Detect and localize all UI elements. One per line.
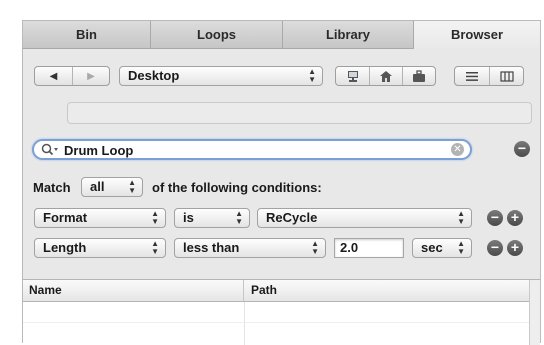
remove-search-button[interactable]: − — [514, 141, 530, 157]
column-view-button[interactable] — [490, 67, 523, 85]
add-condition-button[interactable]: + — [507, 240, 523, 256]
path-bar — [67, 102, 532, 124]
unit-popup[interactable]: sec ▲ ▼ — [412, 238, 472, 258]
back-button[interactable]: ◀ — [35, 67, 73, 85]
briefcase-button[interactable] — [403, 67, 435, 85]
column-divider — [244, 302, 245, 345]
results-table: Name Path — [23, 279, 540, 345]
history-nav: ◀ ▶ — [34, 66, 110, 86]
popup-arrows-icon: ▲ ▼ — [151, 209, 159, 226]
computer-icon — [347, 70, 358, 82]
search-value: Drum Loop — [64, 143, 134, 158]
minus-icon: − — [490, 239, 500, 255]
condition-operator-popup[interactable]: is ▲ ▼ — [174, 208, 250, 228]
match-label: Match — [33, 180, 71, 195]
popup-arrows-icon: ▲ ▼ — [311, 239, 319, 256]
minus-icon: − — [517, 140, 527, 156]
tab-loops[interactable]: Loops — [151, 21, 283, 48]
location-value: Desktop — [128, 68, 180, 83]
condition-value: ReCycle — [266, 210, 318, 225]
remove-condition-button[interactable]: − — [487, 240, 503, 256]
row-divider — [23, 322, 530, 323]
popup-arrows-icon: ▲ ▼ — [235, 209, 243, 226]
popup-arrows-icon: ▲ ▼ — [457, 239, 465, 256]
tab-bin[interactable]: Bin — [23, 21, 151, 48]
popup-arrows-icon: ▲ ▼ — [128, 178, 136, 195]
briefcase-icon — [413, 69, 425, 82]
browser-panel: Bin Loops Library Browser ◀ ▶ Desktop ▲ ▼ — [22, 20, 541, 345]
remove-condition-button[interactable]: − — [487, 210, 503, 226]
popup-arrows-icon: ▲ ▼ — [308, 67, 316, 84]
condition-operator-value: is — [183, 210, 194, 225]
column-view-icon — [499, 70, 514, 82]
search-field[interactable]: Drum Loop ✕ — [32, 139, 472, 160]
minus-icon: − — [490, 209, 500, 225]
length-value-field[interactable]: 2.0 — [334, 238, 404, 258]
condition-field-value: Format — [43, 210, 88, 225]
location-popup[interactable]: Desktop ▲ ▼ — [119, 66, 323, 86]
match-mode-popup[interactable]: all ▲ ▼ — [81, 177, 143, 197]
computer-button[interactable] — [336, 67, 370, 85]
condition-field-popup[interactable]: Length ▲ ▼ — [34, 238, 166, 258]
condition-field-popup[interactable]: Format ▲ ▼ — [34, 208, 166, 228]
forward-arrow-icon: ▶ — [87, 70, 95, 82]
list-view-icon — [466, 71, 478, 81]
plus-icon: + — [510, 239, 520, 255]
condition-operator-value: less than — [183, 240, 240, 255]
view-mode-buttons — [454, 66, 524, 86]
column-header-path[interactable]: Path — [245, 280, 530, 301]
condition-value-popup[interactable]: ReCycle ▲ ▼ — [257, 208, 472, 228]
places-buttons — [335, 66, 436, 86]
popup-arrows-icon: ▲ ▼ — [457, 209, 465, 226]
unit-value: sec — [421, 240, 443, 255]
plus-icon: + — [510, 209, 520, 225]
tab-library[interactable]: Library — [283, 21, 414, 48]
clear-icon[interactable]: ✕ — [451, 143, 464, 156]
popup-arrows-icon: ▲ ▼ — [151, 239, 159, 256]
vertical-scrollbar[interactable] — [529, 280, 540, 345]
tab-browser[interactable]: Browser — [414, 21, 540, 49]
home-button[interactable] — [370, 67, 403, 85]
home-icon — [380, 70, 392, 82]
condition-operator-popup[interactable]: less than ▲ ▼ — [174, 238, 326, 258]
tab-bar: Bin Loops Library Browser — [23, 21, 540, 49]
back-arrow-icon: ◀ — [49, 70, 58, 82]
forward-button[interactable]: ▶ — [73, 67, 109, 85]
condition-field-value: Length — [43, 240, 87, 255]
match-suffix-label: of the following conditions: — [152, 180, 322, 195]
add-condition-button[interactable]: + — [507, 210, 523, 226]
column-header-name[interactable]: Name — [23, 280, 244, 301]
search-icon[interactable] — [41, 143, 59, 161]
match-mode-value: all — [90, 179, 105, 194]
table-header: Name Path — [23, 280, 530, 302]
list-view-button[interactable] — [455, 67, 490, 85]
